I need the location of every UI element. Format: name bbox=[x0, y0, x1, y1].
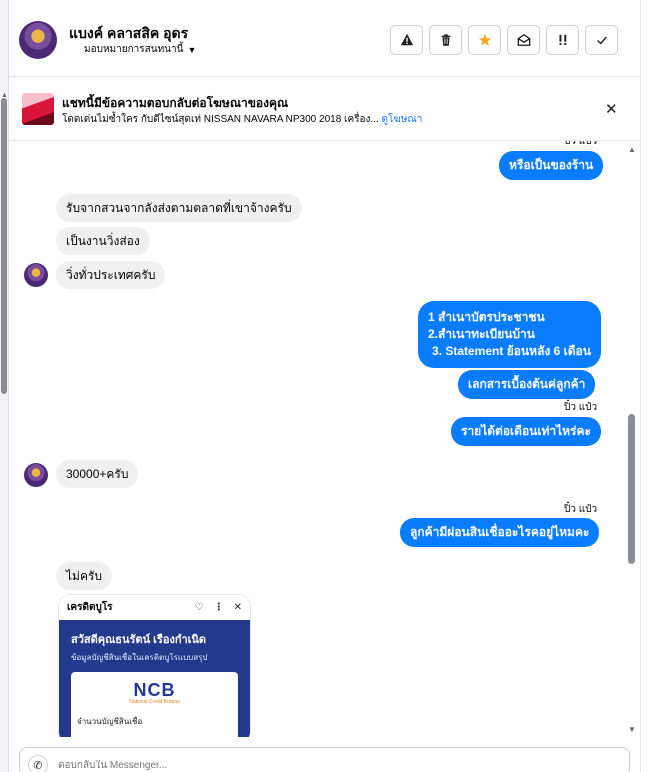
message-outgoing[interactable]: เลกสารเบื้องต้นค่ลูกค้า bbox=[458, 370, 596, 399]
done-button[interactable] bbox=[585, 25, 618, 55]
ncb-panel: NCB National Credit Bureau จำนวนบัญชีสิน… bbox=[71, 672, 238, 737]
message-incoming[interactable]: ไม่ครับ bbox=[56, 562, 113, 590]
message-incoming[interactable]: รับจากสวนจากลังส่งตามตลาดที่เขาจ้างครับ bbox=[56, 194, 302, 222]
card-subheading: ข้อมูลบัญชีสินเชื่อในเครดิตบูโรแบบสรุป bbox=[71, 653, 208, 662]
star-button[interactable] bbox=[468, 25, 501, 55]
page-scrollbar-thumb[interactable] bbox=[1, 98, 7, 394]
message-outgoing[interactable]: ลูกค้ามีผ่อนสินเชื่ออะไรคอยู่ไหมคะ bbox=[400, 518, 600, 547]
reply-composer: ✆ bbox=[19, 747, 630, 772]
heart-icon: ♡ bbox=[194, 602, 204, 613]
message-line: 3. Statement ย้อนหลัง 6 เดือน bbox=[432, 344, 591, 358]
sender-name: ปิ๋ว แป๋ว bbox=[564, 504, 598, 515]
assign-label: มอบหมายการสนทนานี้ bbox=[84, 44, 184, 55]
envelope-open-icon bbox=[517, 33, 530, 46]
trash-icon bbox=[441, 34, 450, 46]
page-scrollbar[interactable]: ▲ bbox=[0, 0, 9, 772]
card-content: สวัสดีคุณธนรัตน์ เรืองกำเนิด ข้อมูลบัญชี… bbox=[59, 620, 250, 737]
card-titlebar: เครดิตบูโร ♡ ⋮ ✕ bbox=[59, 595, 250, 620]
message-line: 2.สำเนาทะเบียนบ้าน bbox=[428, 327, 535, 341]
message-incoming[interactable]: 30000+ครับ bbox=[56, 460, 139, 488]
chat-scrollbar[interactable]: ▲ ▼ bbox=[627, 145, 637, 737]
ad-banner-title: แชทนี้มีข้อความตอบกลับต่อโฆษณาของคุณ bbox=[62, 96, 289, 110]
caret-down-icon: ▼ bbox=[187, 44, 197, 55]
ad-reply-banner: แชทนี้มีข้อความตอบกลับต่อโฆษณาของคุณ โดด… bbox=[9, 77, 640, 141]
follow-up-button[interactable] bbox=[546, 25, 579, 55]
sender-name: ปิ๋ว แป๋ว bbox=[564, 402, 598, 413]
avatar[interactable] bbox=[19, 21, 57, 59]
star-icon bbox=[478, 33, 491, 46]
ad-thumbnail[interactable] bbox=[22, 93, 54, 125]
ncb-logo-subtitle: National Credit Bureau bbox=[129, 699, 180, 705]
message-incoming[interactable]: เป็นงานวิ่งส่อง bbox=[56, 227, 150, 255]
card-heading: สวัสดีคุณธนรัตน์ เรืองกำเนิด bbox=[71, 634, 207, 646]
reply-input[interactable] bbox=[58, 760, 558, 771]
view-ad-link[interactable]: ดูโฆษณา bbox=[382, 114, 423, 125]
card-row-label: จำนวนบัญชีสินเชื่อ bbox=[77, 717, 143, 726]
ncb-logo: NCB bbox=[133, 680, 176, 700]
conversation-header: แบงค์ คลาสสิค อุดร มอบหมายการสนทนานี้ ▼ bbox=[9, 0, 640, 77]
chat-scrollbar-thumb[interactable] bbox=[628, 414, 635, 564]
scroll-down-icon[interactable]: ▼ bbox=[628, 725, 636, 734]
report-button[interactable] bbox=[390, 25, 423, 55]
card-title: เครดิตบูโร bbox=[67, 602, 113, 613]
message-outgoing[interactable]: รายได้ต่อเดือนเท่าไหร่คะ bbox=[451, 417, 601, 446]
message-outgoing[interactable]: หรือเป็นของร้าน bbox=[499, 151, 604, 180]
message-outgoing[interactable]: 1 สำเนาบัตรประชาชน 2.สำเนาทะเบียนบ้าน 3.… bbox=[418, 301, 601, 368]
message-incoming[interactable]: วิ่งทั่วประเทศครับ bbox=[56, 261, 166, 289]
avatar[interactable] bbox=[24, 463, 48, 487]
warning-icon bbox=[400, 33, 413, 46]
shared-image-card[interactable]: เครดิตบูโร ♡ ⋮ ✕ สวัสดีคุณธนรัตน์ เรืองก… bbox=[58, 594, 251, 737]
sender-name: ปิ๋ว แป๋ว bbox=[564, 141, 598, 147]
close-icon[interactable]: ✕ bbox=[605, 100, 618, 118]
double-exclamation-icon bbox=[559, 34, 566, 45]
assign-conversation-dropdown[interactable]: มอบหมายการสนทนานี้ ▼ bbox=[84, 42, 196, 57]
ad-banner-description: โดดเด่นไม่ซ้ำใคร กับดีไซน์สุดเท่ NISSAN … bbox=[62, 112, 422, 127]
header-actions bbox=[390, 25, 618, 55]
delete-button[interactable] bbox=[429, 25, 462, 55]
more-icon: ⋮ bbox=[213, 602, 224, 613]
avatar[interactable] bbox=[24, 263, 48, 287]
scroll-up-icon[interactable]: ▲ bbox=[628, 145, 636, 154]
message-line: 1 สำเนาบัตรประชาชน bbox=[428, 310, 545, 324]
mark-unread-button[interactable] bbox=[507, 25, 540, 55]
divider bbox=[640, 0, 641, 772]
close-icon: ✕ bbox=[233, 602, 242, 613]
check-icon bbox=[596, 36, 607, 45]
messenger-icon: ✆ bbox=[28, 755, 48, 772]
message-thread: ปิ๋ว แป๋ว หรือเป็นของร้าน รับจากสวนจากลั… bbox=[9, 141, 640, 737]
ad-description-text: โดดเด่นไม่ซ้ำใคร กับดีไซน์สุดเท่ NISSAN … bbox=[62, 114, 379, 125]
